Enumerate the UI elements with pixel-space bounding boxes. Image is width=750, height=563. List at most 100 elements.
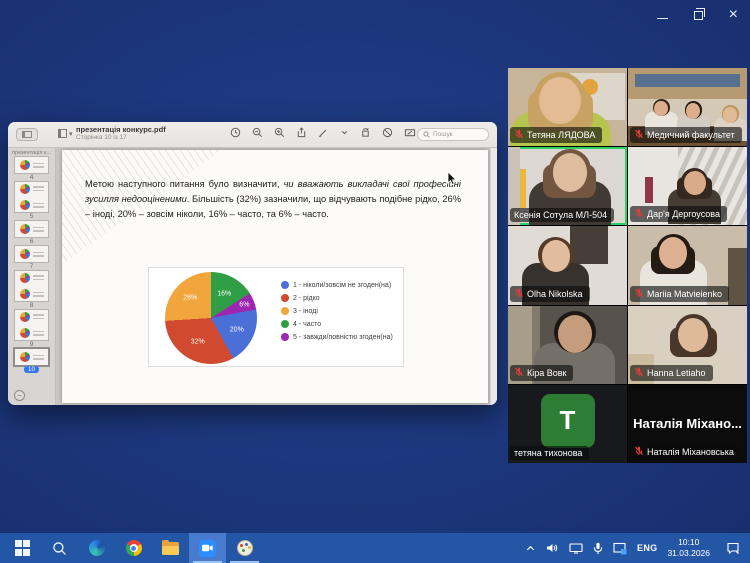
scrollbar[interactable] bbox=[490, 148, 497, 405]
clock-icon[interactable] bbox=[230, 127, 241, 138]
view-menu-icon[interactable]: ▾ bbox=[58, 129, 73, 138]
participant-tile[interactable]: Olha Nikolska bbox=[508, 226, 627, 304]
share-icon[interactable] bbox=[296, 127, 307, 138]
page-thumbnail[interactable] bbox=[15, 182, 48, 212]
page-thumbnail[interactable] bbox=[15, 157, 48, 173]
participant-name: Наталія Міхановська bbox=[647, 447, 734, 457]
participant-tile[interactable]: Медичний факультет bbox=[628, 68, 747, 146]
chevron-down-icon[interactable] bbox=[340, 128, 349, 137]
participant-name: Дар'я Дергоусова bbox=[647, 209, 720, 219]
presentation-slide: Метою наступного питання було визначити,… bbox=[62, 150, 488, 403]
participant-name: Ксенія Сотула МЛ-504 bbox=[514, 210, 607, 220]
mic-muted-icon bbox=[634, 288, 644, 300]
slide-paragraph: Метою наступного питання було визначити,… bbox=[85, 177, 461, 222]
video-scene-shape bbox=[645, 177, 653, 204]
file-explorer-button[interactable] bbox=[152, 533, 189, 563]
zoom-out-icon[interactable] bbox=[252, 127, 263, 138]
pdf-thumbnail-sidebar: презентація к... 45678910 bbox=[8, 148, 56, 405]
pie-slice-label: 6% bbox=[239, 301, 249, 308]
sidebar-zoom-out-button[interactable]: − bbox=[14, 390, 25, 401]
microphone-icon[interactable] bbox=[593, 542, 603, 555]
zoom-app-button[interactable] bbox=[189, 533, 226, 563]
taskbar-search-button[interactable] bbox=[41, 533, 78, 563]
video-scene-shape bbox=[728, 248, 747, 304]
thumbnail-text-lines bbox=[33, 227, 44, 232]
paint-app-button[interactable] bbox=[226, 533, 263, 563]
clock[interactable]: 10:10 31.03.2026 bbox=[667, 537, 710, 558]
legend-label: 5 - завжди/повністю згоден(на) bbox=[293, 334, 393, 341]
thumbnail-pie bbox=[20, 184, 30, 194]
participant-name-label: Медичний факультет bbox=[630, 127, 742, 143]
chrome-button[interactable] bbox=[115, 533, 152, 563]
zoom-in-icon[interactable] bbox=[274, 127, 285, 138]
mic-muted-icon bbox=[514, 288, 524, 300]
markup-toolbar-icon[interactable] bbox=[404, 127, 416, 138]
close-icon[interactable]: × bbox=[729, 8, 738, 22]
chevron-up-icon[interactable] bbox=[525, 543, 536, 554]
participant-name: Hanna Letiaho bbox=[647, 368, 706, 378]
restore-icon[interactable] bbox=[694, 11, 703, 20]
legend-entry: 2 - рідко bbox=[281, 294, 393, 302]
participant-tile[interactable]: Hanna Letiaho bbox=[628, 306, 747, 384]
display-icon[interactable] bbox=[569, 542, 583, 554]
legend-label: 3 - іноді bbox=[293, 308, 318, 315]
markup-pen-icon[interactable] bbox=[318, 127, 329, 138]
pie-slice-label: 32% bbox=[191, 339, 205, 346]
speaker-icon[interactable] bbox=[546, 542, 559, 554]
notification-icon[interactable] bbox=[726, 542, 740, 555]
chrome-icon bbox=[126, 540, 142, 556]
thumbnail-text-lines bbox=[33, 163, 44, 168]
participant-name-label: Кіра Вовк bbox=[510, 365, 573, 381]
legend-label: 4 - часто bbox=[293, 321, 321, 328]
participant-tile[interactable]: Дар'я Дергоусова bbox=[628, 147, 747, 225]
participant-name: Тетяна ЛЯДОВА bbox=[527, 130, 595, 140]
edge-button[interactable] bbox=[78, 533, 115, 563]
page-thumbnail[interactable] bbox=[15, 246, 48, 262]
participant-tile[interactable]: Ксенія Сотула МЛ-504 bbox=[508, 147, 627, 225]
participant-name: Olha Nikolska bbox=[527, 289, 583, 299]
thumbnail-pie bbox=[20, 328, 30, 338]
thumbnail-page-number: 10 bbox=[24, 366, 39, 373]
legend-color-dot bbox=[281, 281, 289, 289]
participant-tile[interactable]: Ттетяна тихонова bbox=[508, 385, 627, 463]
participant-name: тетяна тихонова bbox=[514, 448, 582, 458]
folder-icon bbox=[162, 542, 179, 555]
avatar: Т bbox=[541, 394, 595, 448]
minimize-icon[interactable] bbox=[657, 18, 668, 19]
participant-tile[interactable]: Кіра Вовк bbox=[508, 306, 627, 384]
video-scene-shape bbox=[635, 74, 740, 87]
person-silhouette bbox=[542, 240, 570, 271]
rotate-icon[interactable] bbox=[360, 127, 371, 138]
language-indicator[interactable]: ENG bbox=[637, 543, 657, 553]
mic-muted-icon bbox=[514, 367, 524, 379]
search-input[interactable]: Пошук bbox=[417, 128, 489, 141]
page-thumbnail[interactable] bbox=[15, 271, 48, 301]
input-indicator-icon[interactable] bbox=[613, 542, 627, 555]
pie-slice-label: 20% bbox=[230, 327, 244, 334]
thumbnail-page-number: 8 bbox=[30, 302, 34, 309]
page-thumbnail[interactable] bbox=[15, 310, 48, 340]
participant-tile[interactable]: Наталія Міхано...Наталія Міхановська bbox=[628, 385, 747, 463]
search-icon bbox=[423, 131, 430, 138]
legend-color-dot bbox=[281, 294, 289, 302]
participant-tile[interactable]: Mariia Matvieienko bbox=[628, 226, 747, 304]
thumbnail-pie bbox=[20, 273, 30, 283]
page-thumbnail[interactable] bbox=[15, 349, 48, 365]
pdf-content-area: Метою наступного питання було визначити,… bbox=[56, 148, 497, 405]
thumbnail-text-lines bbox=[33, 275, 44, 280]
legend-entry: 4 - часто bbox=[281, 320, 393, 328]
participant-video-grid: Тетяна ЛЯДОВА Медичний факультет Ксенія Со… bbox=[508, 68, 747, 463]
sidebar-toggle-icon[interactable] bbox=[16, 128, 38, 141]
sidebar-doc-label: презентація к... bbox=[8, 148, 55, 157]
delete-icon[interactable] bbox=[382, 127, 393, 138]
thumbnail-page-number: 7 bbox=[30, 263, 34, 270]
participant-name-label: Ксенія Сотула МЛ-504 bbox=[510, 208, 614, 222]
video-scene-shape bbox=[570, 226, 608, 264]
thumbnail-text-lines bbox=[33, 186, 44, 191]
participant-tile[interactable]: Тетяна ЛЯДОВА bbox=[508, 68, 627, 146]
pie-slice-label: 26% bbox=[183, 295, 197, 302]
start-button[interactable] bbox=[4, 533, 41, 563]
legend-entry: 3 - іноді bbox=[281, 307, 393, 315]
thumbnail-page-number: 6 bbox=[30, 238, 34, 245]
page-thumbnail[interactable] bbox=[15, 221, 48, 237]
